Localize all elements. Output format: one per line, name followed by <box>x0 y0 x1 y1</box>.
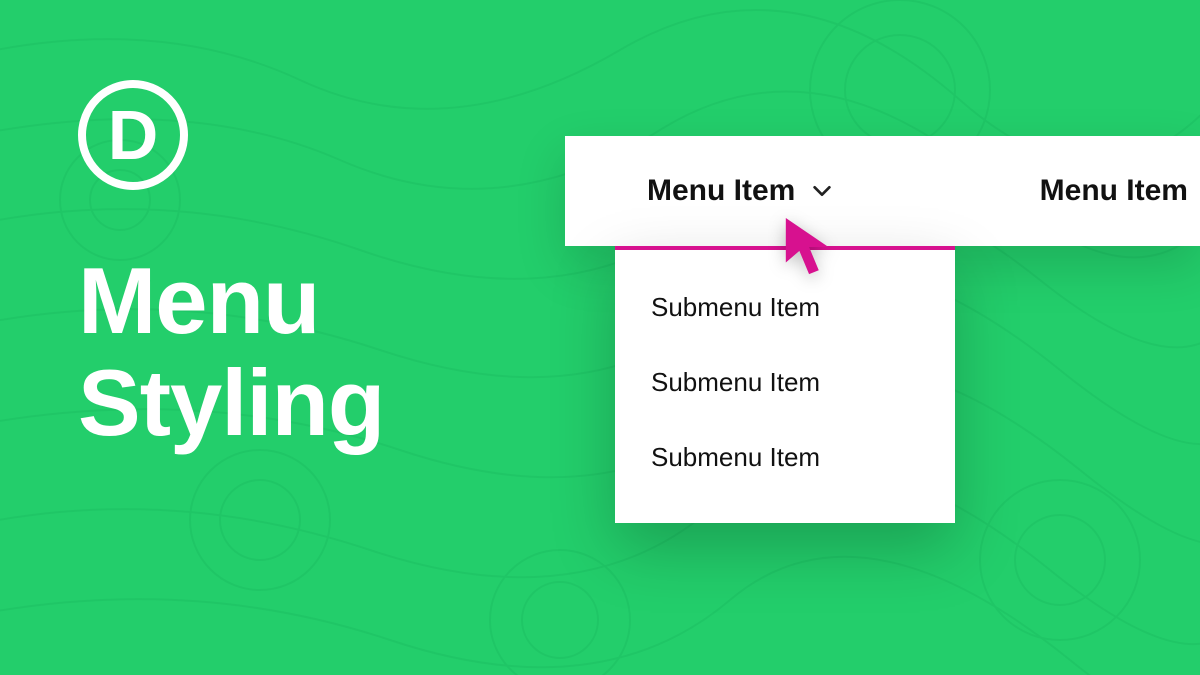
chevron-down-icon <box>811 180 833 202</box>
menu-item-1[interactable]: Menu Item <box>647 174 833 208</box>
brand-letter: D <box>108 100 159 170</box>
submenu-item-3[interactable]: Submenu Item <box>615 420 955 495</box>
submenu-dropdown: Submenu Item Submenu Item Submenu Item <box>615 246 955 523</box>
menu-item-2[interactable]: Menu Item <box>1040 174 1188 208</box>
brand-logo: D <box>78 80 188 190</box>
menu-item-1-label: Menu Item <box>647 174 795 208</box>
submenu-item-1[interactable]: Submenu Item <box>615 270 955 345</box>
submenu-item-2[interactable]: Submenu Item <box>615 345 955 420</box>
menu-item-2-label: Menu Item <box>1040 174 1188 208</box>
menu-bar: Menu Item Menu Item <box>565 136 1200 246</box>
page-title: Menu Styling <box>78 250 384 453</box>
title-line-1: Menu <box>78 250 384 352</box>
submenu-item-1-label: Submenu Item <box>651 292 820 322</box>
submenu-item-3-label: Submenu Item <box>651 442 820 472</box>
title-line-2: Styling <box>78 352 384 454</box>
submenu-item-2-label: Submenu Item <box>651 367 820 397</box>
